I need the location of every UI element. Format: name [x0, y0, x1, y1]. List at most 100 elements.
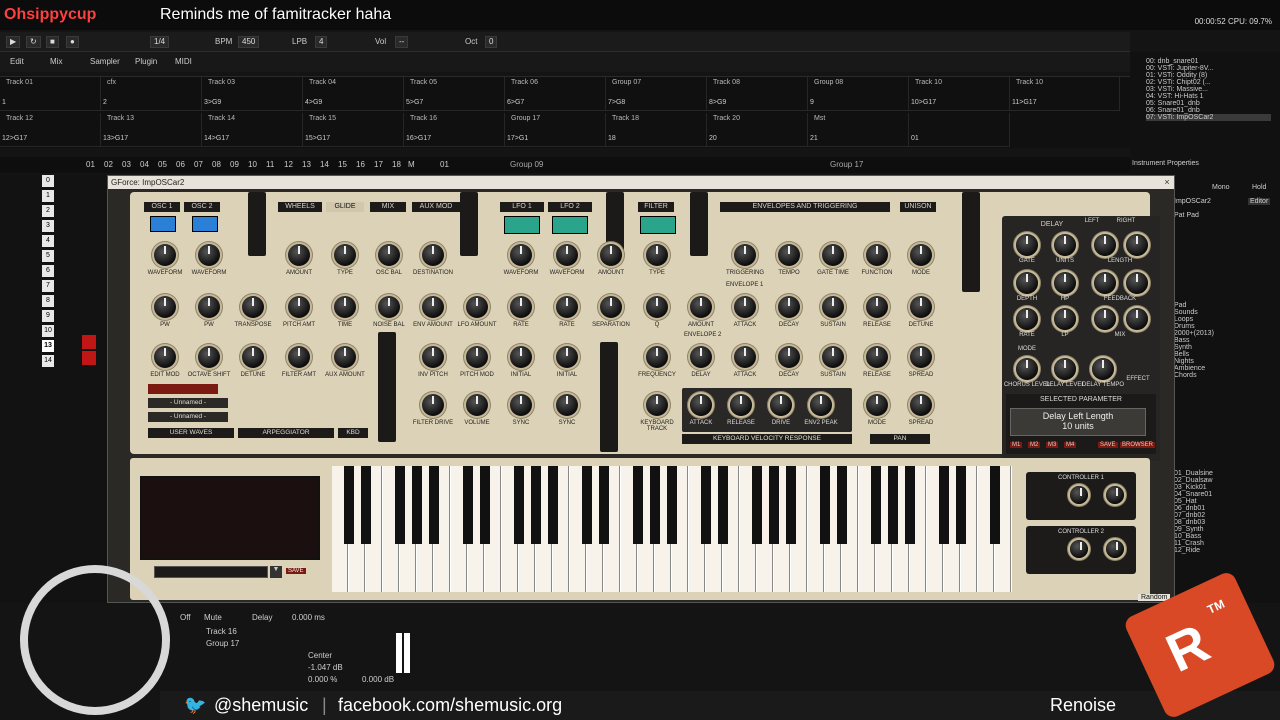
track-cell[interactable]: Track 12 12>G17 — [0, 113, 101, 147]
seq-num[interactable]: 08 — [212, 160, 221, 169]
bpm-field[interactable]: 450 — [238, 36, 260, 48]
noise-bal-knob[interactable] — [378, 296, 400, 318]
instrument-list[interactable]: 00: dnb_snare01 00: VSTi: Jupiter-8V... 01… — [1146, 58, 1271, 121]
tab-midi[interactable]: MIDI — [175, 57, 192, 66]
seq-num[interactable]: 06 — [176, 160, 185, 169]
black-key[interactable] — [531, 466, 541, 544]
lfo1-waveform-knob[interactable] — [510, 244, 532, 266]
black-key[interactable] — [837, 466, 847, 544]
record-button[interactable]: ● — [66, 36, 79, 48]
piano-keys[interactable] — [332, 466, 1012, 592]
filter-q-knob[interactable] — [646, 296, 668, 318]
env1-release-knob[interactable] — [866, 296, 888, 318]
lfo2-rate-knob[interactable] — [556, 296, 578, 318]
env1-amount-knob[interactable] — [690, 296, 712, 318]
user-wave-1[interactable]: - Unnamed - — [148, 398, 228, 408]
track-cell[interactable]: Track 13 13>G17 — [101, 113, 202, 147]
octave-buttons[interactable] — [148, 384, 218, 394]
glide-time-knob[interactable] — [334, 296, 356, 318]
function-knob[interactable] — [866, 244, 888, 266]
octave-shift-knob[interactable] — [198, 346, 220, 368]
track-cell[interactable]: Track 10 10>G17 — [909, 77, 1010, 111]
seq-num[interactable]: 07 — [194, 160, 203, 169]
osc1-display[interactable] — [150, 216, 176, 232]
seq-slot[interactable]: 2 — [42, 205, 54, 217]
edit-mod-knob[interactable] — [154, 346, 176, 368]
filter-type-knob[interactable] — [646, 244, 668, 266]
filter-amt-knob[interactable] — [288, 346, 310, 368]
filter-display[interactable] — [640, 216, 676, 234]
volume-knob[interactable] — [466, 394, 488, 416]
seq-num[interactable]: 11 — [266, 160, 274, 169]
editor-button[interactable]: Editor — [1248, 198, 1271, 205]
seq-num[interactable]: 14 — [320, 160, 329, 169]
seq-num[interactable]: 05 — [158, 160, 167, 169]
lfo1-rate-knob[interactable] — [510, 296, 532, 318]
black-key[interactable] — [412, 466, 422, 544]
controller2-knob-a[interactable] — [1070, 540, 1088, 558]
track-cell[interactable]: cfx 2 — [101, 77, 202, 111]
black-key[interactable] — [633, 466, 643, 544]
browser-button[interactable]: BROWSER — [1120, 442, 1156, 448]
lfo2-initial-knob[interactable] — [556, 346, 578, 368]
glide-type-knob[interactable] — [334, 244, 356, 266]
pitch-amt-knob[interactable] — [288, 296, 310, 318]
delay-level-knob[interactable] — [1054, 358, 1076, 380]
tab-edit[interactable]: Edit — [10, 57, 24, 66]
black-key[interactable] — [361, 466, 371, 544]
black-key[interactable] — [514, 466, 524, 544]
seq-num[interactable]: 18 — [392, 160, 401, 169]
delay-rate-knob[interactable] — [1016, 308, 1038, 330]
black-key[interactable] — [752, 466, 762, 544]
env1-attack-knob[interactable] — [734, 296, 756, 318]
black-key[interactable] — [888, 466, 898, 544]
track-cell[interactable]: Group 17 17>G1 — [505, 113, 606, 147]
lfo2-waveform-knob[interactable] — [556, 244, 578, 266]
tab-sampler[interactable]: Sampler — [90, 57, 120, 66]
black-key[interactable] — [429, 466, 439, 544]
pan-spread-knob[interactable] — [910, 394, 932, 416]
m4-button[interactable]: M4 — [1064, 442, 1077, 448]
feedback-right-knob[interactable] — [1126, 272, 1148, 294]
vel-env2-knob[interactable] — [810, 394, 832, 416]
seq-num[interactable]: 13 — [302, 160, 311, 169]
patch-name-field[interactable] — [154, 566, 268, 578]
mute-button[interactable]: Mute — [204, 613, 222, 622]
env2-decay-knob[interactable] — [778, 346, 800, 368]
user-wave-2[interactable]: - Unnamed - — [148, 412, 228, 422]
track-cell[interactable]: Track 06 6>G7 — [505, 77, 606, 111]
file-browser[interactable]: Pad Sounds Loops Drums 2000+(2013) Bass Synth B… — [1174, 302, 1254, 379]
tempo-knob[interactable] — [778, 244, 800, 266]
glide-header[interactable]: GLIDE — [326, 202, 364, 212]
delay-length-left-knob[interactable] — [1094, 234, 1116, 256]
tab-plugin[interactable]: Plugin — [135, 57, 157, 66]
delay-tempo-knob[interactable] — [1092, 358, 1114, 380]
loop-button[interactable]: ↻ — [26, 36, 41, 48]
seq-num[interactable]: 01 — [440, 160, 449, 169]
black-key[interactable] — [820, 466, 830, 544]
black-key[interactable] — [769, 466, 779, 544]
track-cell[interactable]: Track 04 4>G9 — [303, 77, 404, 111]
track-cell[interactable]: Track 20 20 — [707, 113, 808, 147]
seq-num[interactable]: 03 — [122, 160, 131, 169]
track-cell[interactable]: Mst 21 — [808, 113, 909, 147]
black-key[interactable] — [718, 466, 728, 544]
pitch-mod-knob[interactable] — [466, 346, 488, 368]
controller1-knob-a[interactable] — [1070, 486, 1088, 504]
black-key[interactable] — [395, 466, 405, 544]
track-cell[interactable]: Track 16 16>G17 — [404, 113, 505, 147]
m2-button[interactable]: M2 — [1028, 442, 1041, 448]
tab-mix[interactable]: Mix — [50, 57, 62, 66]
lfo1-display[interactable] — [504, 216, 540, 234]
black-key[interactable] — [582, 466, 592, 544]
gate-time-knob[interactable] — [822, 244, 844, 266]
seq-slot-active[interactable]: 13 — [42, 340, 54, 352]
mix-right-knob[interactable] — [1126, 308, 1148, 330]
seq-slot[interactable]: 5 — [42, 250, 54, 262]
seq-num[interactable]: M — [408, 160, 415, 169]
lfo1-initial-knob[interactable] — [510, 346, 532, 368]
black-key[interactable] — [939, 466, 949, 544]
black-key[interactable] — [548, 466, 558, 544]
lfo-amount2-knob[interactable] — [466, 296, 488, 318]
unison-detune-knob[interactable] — [910, 296, 932, 318]
